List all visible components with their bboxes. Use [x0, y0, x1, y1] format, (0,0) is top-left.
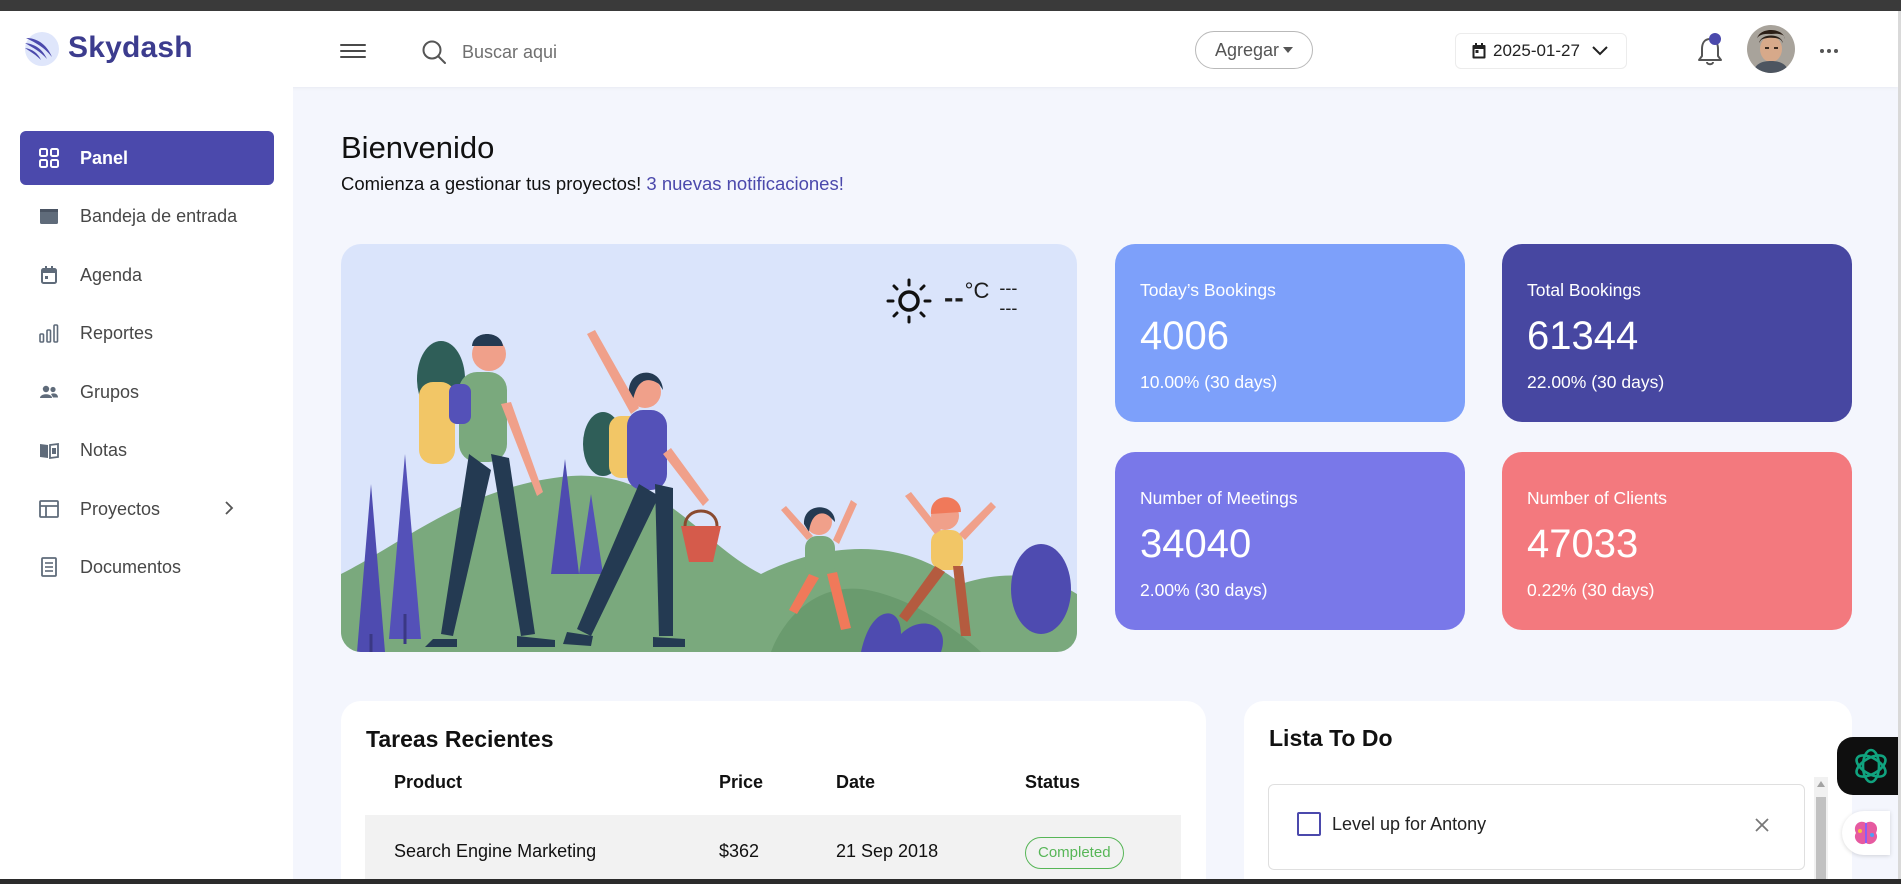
scroll-thumb[interactable] [1816, 797, 1826, 879]
search-input[interactable] [460, 36, 764, 68]
stat-card-todays-bookings: Today’s Bookings 4006 10.00% (30 days) [1115, 244, 1465, 422]
sidebar: Panel Bandeja de entrada Agenda Reportes… [0, 87, 293, 879]
window-top-strip [0, 0, 1901, 11]
recent-tasks-title: Tareas Recientes [366, 726, 554, 752]
document-icon [41, 557, 57, 577]
date-picker[interactable]: 2025-01-27 [1455, 33, 1627, 69]
calendar-icon [1472, 43, 1486, 59]
stat-label: Number of Meetings [1140, 488, 1298, 508]
top-navbar: Skydash Agregar 2025-01-27 [0, 11, 1898, 87]
sidebar-item-grupos[interactable]: Grupos [20, 365, 274, 419]
brain-icon [1854, 821, 1878, 845]
sidebar-item-label: Proyectos [80, 498, 161, 519]
todo-panel: Lista To Do Level up for Antony [1244, 701, 1852, 879]
stat-change: 22.00% (30 days) [1527, 372, 1665, 392]
add-button-label: Agregar [1214, 39, 1280, 60]
sidebar-item-label: Documentos [80, 556, 182, 577]
subtitle-text: Comienza a gestionar tus proyectos! [341, 173, 642, 194]
search-icon[interactable] [420, 38, 448, 66]
weather-temperature: -- [944, 282, 965, 313]
grid-icon [39, 148, 59, 168]
sidebar-item-label: Grupos [80, 381, 140, 402]
stat-value: 61344 [1527, 314, 1639, 358]
page-title: Bienvenido [341, 130, 495, 165]
stat-label: Today’s Bookings [1140, 280, 1276, 300]
table-row[interactable]: Search Engine Marketing $362 21 Sep 2018… [365, 815, 1181, 879]
todo-title: Lista To Do [1269, 725, 1393, 751]
stat-label: Total Bookings [1527, 280, 1641, 300]
inbox-icon [40, 209, 58, 224]
brain-extension-button[interactable] [1842, 811, 1890, 855]
chevron-right-icon [225, 501, 234, 515]
cell-date: 21 Sep 2018 [836, 841, 939, 861]
sidebar-item-label: Notas [80, 439, 128, 460]
window-bottom-strip [0, 879, 1901, 884]
stat-change: 2.00% (30 days) [1140, 580, 1268, 600]
add-dropdown-button[interactable]: Agregar [1195, 31, 1313, 69]
sidebar-item-agenda[interactable]: Agenda [20, 248, 274, 302]
weather-card: -- °C --- --- [341, 244, 1077, 652]
todo-scrollbar[interactable] [1814, 777, 1828, 879]
calendar-icon [41, 266, 57, 284]
stat-label: Number of Clients [1527, 488, 1668, 508]
stat-card-meetings: Number of Meetings 34040 2.00% (30 days) [1115, 452, 1465, 630]
skydash-logo-icon [25, 32, 59, 66]
stat-card-clients: Number of Clients 47033 0.22% (30 days) [1502, 452, 1852, 630]
stat-card-total-bookings: Total Bookings 61344 22.00% (30 days) [1502, 244, 1852, 422]
assistant-extension-button[interactable] [1837, 737, 1898, 795]
status-badge: Completed [1025, 837, 1124, 869]
sidebar-item-notas[interactable]: Notas [20, 423, 274, 477]
column-header-price: Price [719, 772, 764, 792]
notification-dot [1709, 33, 1721, 45]
weather-location-line2: --- [999, 298, 1018, 318]
todo-item: Level up for Antony [1268, 784, 1805, 870]
sidebar-item-label: Agenda [80, 264, 143, 285]
app: Skydash Agregar 2025-01-27 [0, 11, 1898, 879]
caret-down-icon [1283, 47, 1294, 53]
chart-icon [39, 324, 59, 343]
page-subtitle: Comienza a gestionar tus proyectos! 3 nu… [341, 173, 844, 195]
openai-knot-icon [1855, 748, 1887, 784]
sidebar-item-proyectos[interactable]: Proyectos [20, 482, 274, 536]
brand-name: Skydash [68, 31, 193, 64]
avatar[interactable] [1747, 25, 1795, 73]
cell-product: Search Engine Marketing [394, 841, 597, 861]
sidebar-item-inbox[interactable]: Bandeja de entrada [20, 189, 274, 243]
people-icon [40, 385, 58, 398]
sidebar-item-reportes[interactable]: Reportes [20, 306, 274, 360]
column-header-status: Status [1025, 772, 1081, 792]
selected-date: 2025-01-27 [1493, 41, 1580, 60]
notifications-link[interactable]: 3 nuevas notificaciones! [646, 173, 843, 194]
cell-price: $362 [719, 841, 760, 861]
brand[interactable]: Skydash [22, 29, 193, 67]
todo-checkbox[interactable] [1297, 812, 1321, 836]
sidebar-item-panel[interactable]: Panel [20, 131, 274, 185]
stat-value: 4006 [1140, 314, 1229, 358]
stat-value: 47033 [1527, 522, 1639, 566]
column-header-product: Product [394, 772, 463, 792]
sidebar-item-label: Bandeja de entrada [80, 205, 238, 226]
layout-icon [39, 500, 59, 518]
scroll-up-icon[interactable] [1817, 781, 1825, 787]
column-header-date: Date [836, 772, 876, 792]
weather-unit: °C [964, 278, 990, 303]
sidebar-item-label: Panel [80, 147, 129, 168]
weather-location-line1: --- [999, 278, 1018, 298]
sidebar-item-documentos[interactable]: Documentos [20, 540, 274, 594]
chevron-down-icon [1592, 46, 1608, 56]
todo-text: Level up for Antony [1332, 814, 1487, 834]
book-icon [40, 442, 59, 460]
stat-change: 0.22% (30 days) [1527, 580, 1655, 600]
more-icon[interactable] [1820, 49, 1838, 53]
recent-tasks-panel: Tareas Recientes Product Price Date Stat… [341, 701, 1206, 879]
sidebar-item-label: Reportes [80, 322, 154, 343]
stat-change: 10.00% (30 days) [1140, 372, 1278, 392]
close-icon[interactable] [1754, 817, 1770, 833]
menu-icon[interactable] [340, 40, 366, 62]
sun-icon [886, 278, 932, 324]
stat-value: 34040 [1140, 522, 1252, 566]
weather-location: --- --- [999, 278, 1017, 318]
weather-info: -- °C --- --- [886, 278, 1017, 324]
